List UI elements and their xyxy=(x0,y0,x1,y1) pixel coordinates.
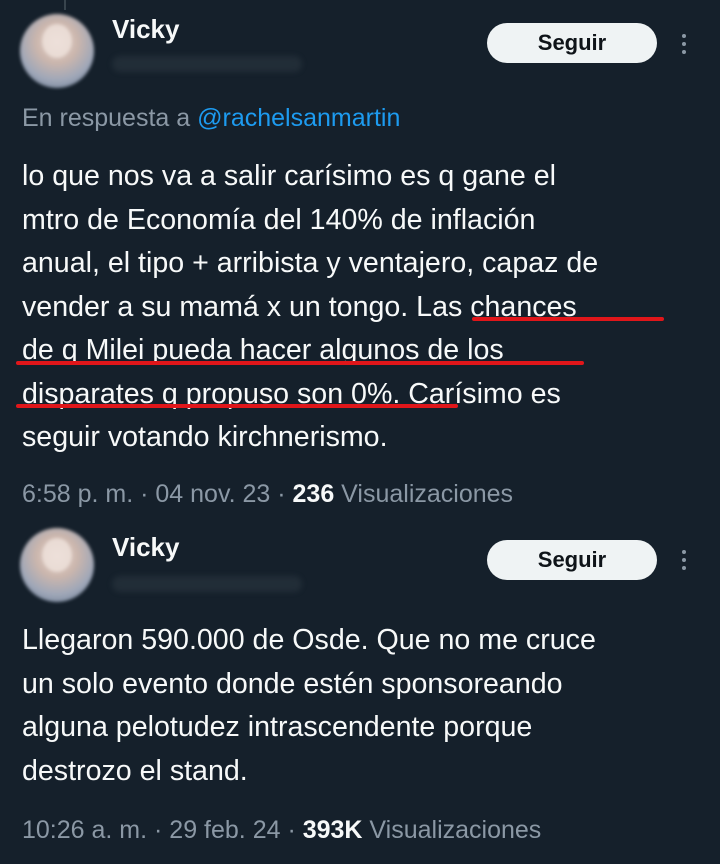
tweet-text-line: de q Milei pueda hacer algunos de los xyxy=(22,334,504,366)
views-count: 393K xyxy=(302,816,363,844)
tweet-text-line: mtro de Economía del 140% de inflación xyxy=(22,203,536,236)
more-options-icon[interactable] xyxy=(672,546,696,574)
tweet-text-line: alguna pelotudez intrascendente porque xyxy=(22,711,533,743)
more-options-icon[interactable] xyxy=(672,30,696,58)
tweet-metadata: 10:26 a. m. · 29 feb. 24 · 393K Visualiz… xyxy=(22,816,541,845)
reply-context: En respuesta a @rachelsanmartin xyxy=(22,104,400,133)
views-label: Visualizaciones xyxy=(334,480,514,508)
tweet-timestamp[interactable]: 6:58 p. m. · 04 nov. 23 · xyxy=(22,480,293,508)
tweet-text-line: Llegaron 590.000 de Osde. Que no me cruc… xyxy=(22,624,596,656)
views-count: 236 xyxy=(292,480,335,508)
tweet-text: lo que nos va a salir carísimo es q gane… xyxy=(22,155,598,460)
tweet-text-line: anual, el tipo + arribista y ventajero, … xyxy=(22,247,599,279)
tweet-text-line: destrozo el stand. xyxy=(22,754,248,787)
tweet[interactable]: Vicky Seguir Llegaron 590.000 de Osde. Q… xyxy=(0,526,720,864)
author-handle-redacted xyxy=(112,56,302,72)
author-name[interactable]: Vicky xyxy=(112,14,179,45)
tweet-text-line: disparates q propuso son 0%. Carísimo es xyxy=(22,377,561,410)
emphasis-underline xyxy=(16,404,458,408)
author-handle-redacted xyxy=(112,576,302,592)
views-label: Visualizaciones xyxy=(362,816,542,844)
reply-mention-link[interactable]: @rachelsanmartin xyxy=(197,104,400,132)
author-name[interactable]: Vicky xyxy=(112,532,179,563)
tweet-metadata: 6:58 p. m. · 04 nov. 23 · 236 Visualizac… xyxy=(22,480,513,509)
emphasis-underline xyxy=(472,317,664,321)
page: Vicky Seguir En respuesta a @rachelsanma… xyxy=(0,0,720,864)
follow-button[interactable]: Seguir xyxy=(487,540,657,580)
tweet-timestamp[interactable]: 10:26 a. m. · 29 feb. 24 · xyxy=(22,816,303,844)
tweet[interactable]: Vicky Seguir En respuesta a @rachelsanma… xyxy=(0,0,720,520)
tweet-text-line: lo que nos va a salir carísimo es q gane… xyxy=(22,160,557,192)
reply-prefix: En respuesta a xyxy=(22,104,198,132)
emphasis-underline xyxy=(16,361,584,365)
follow-button[interactable]: Seguir xyxy=(487,23,657,63)
tweet-text: Llegaron 590.000 de Osde. Que no me cruc… xyxy=(22,619,596,793)
tweet-text-line: un solo evento donde estén sponsoreando xyxy=(22,667,563,700)
avatar[interactable] xyxy=(20,14,94,88)
tweet-text-line: seguir votando kirchnerismo. xyxy=(22,421,388,453)
tweet-text-line: vender a su mamá x un tongo. Las chances xyxy=(22,290,577,323)
avatar[interactable] xyxy=(20,528,94,602)
